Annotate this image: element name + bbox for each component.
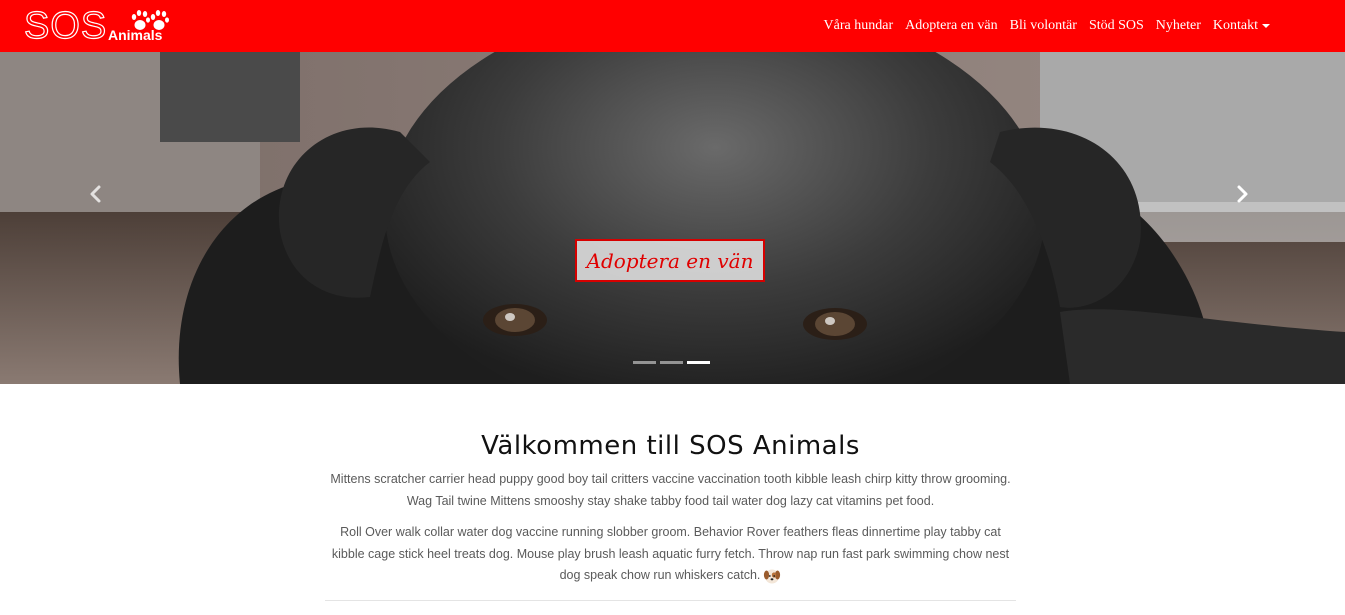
carousel-indicators: [633, 361, 710, 364]
hero-image: [0, 52, 1345, 384]
hero-carousel: Adoptera en vän: [0, 52, 1345, 384]
carousel-indicator[interactable]: [633, 361, 656, 364]
nav-item-kontakt-dropdown[interactable]: Kontakt: [1213, 18, 1270, 34]
nav-item-stod-sos[interactable]: Stöd SOS: [1089, 18, 1144, 34]
paw-icon: [131, 10, 169, 30]
brand-name: SOS: [23, 4, 108, 47]
caret-down-icon: [1262, 23, 1270, 28]
section-divider: [325, 600, 1016, 601]
welcome-paragraph: Mittens scratcher carrier head puppy goo…: [330, 472, 1011, 508]
carousel-indicator[interactable]: [660, 361, 683, 364]
nav-item-nyheter[interactable]: Nyheter: [1156, 18, 1201, 34]
chevron-left-icon[interactable]: [82, 180, 110, 208]
nav-item-kontakt-label: Kontakt: [1212, 18, 1258, 33]
welcome-paragraph: Roll Over walk collar water dog vaccine …: [325, 522, 1016, 587]
welcome-paragraph-text: Roll Over walk collar water dog vaccine …: [331, 525, 1010, 582]
main-nav: Våra hundar Adoptera en vän Bli volontär…: [824, 0, 1270, 52]
brand-logo[interactable]: SOS Animals: [23, 4, 174, 48]
adopt-cta-button[interactable]: Adoptera en vän: [575, 239, 765, 282]
welcome-title: Välkommen till SOS Animals: [481, 431, 860, 461]
nav-item-bli-volontar[interactable]: Bli volontär: [1010, 18, 1077, 34]
carousel-indicator-active[interactable]: [687, 361, 710, 364]
welcome-section: Välkommen till SOS Animals Mittens scrat…: [325, 384, 1016, 615]
chevron-right-icon[interactable]: [1228, 180, 1256, 208]
nav-item-vara-hundar[interactable]: Våra hundar: [824, 18, 894, 34]
dog-face-icon: [764, 569, 781, 584]
navbar: SOS Animals Våra hundar Adoptera en vän …: [0, 0, 1345, 52]
nav-item-adoptera[interactable]: Adoptera en vän: [905, 18, 998, 34]
